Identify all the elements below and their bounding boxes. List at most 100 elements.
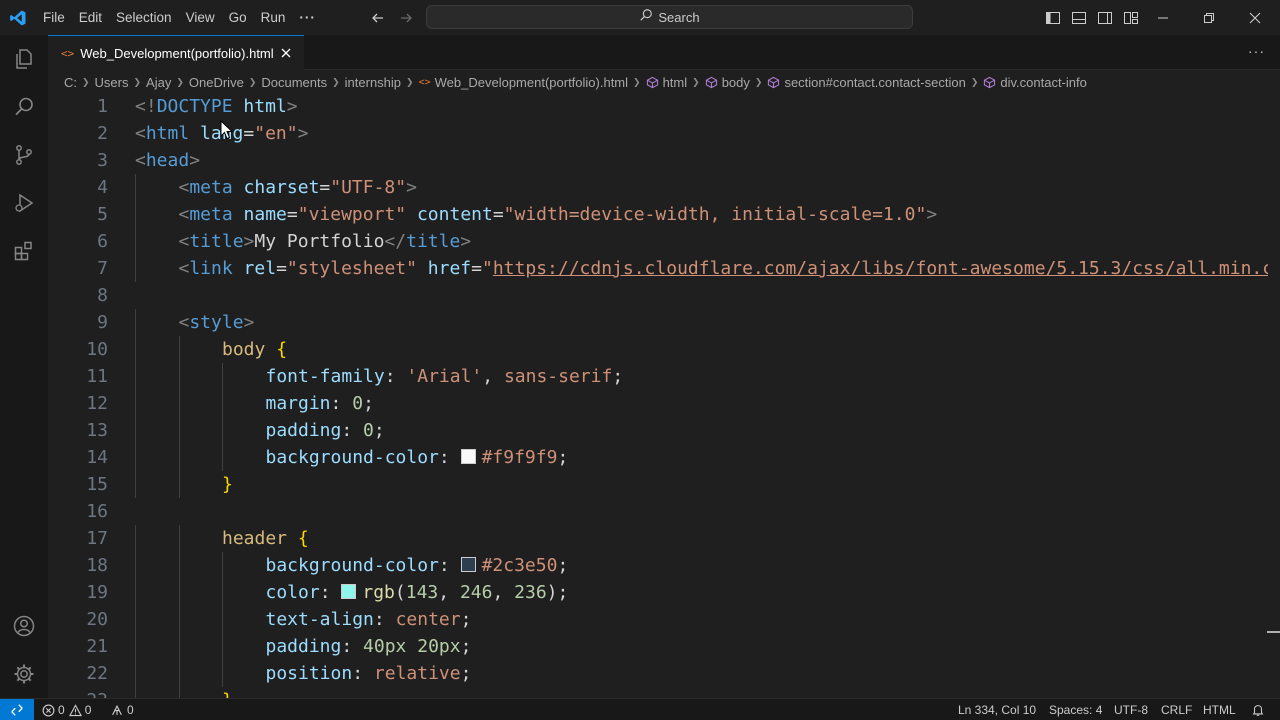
breadcrumb-item[interactable]: C: bbox=[64, 75, 77, 90]
breadcrumb-item[interactable]: section#contact.contact-section bbox=[767, 75, 966, 90]
color-swatch[interactable] bbox=[341, 584, 357, 599]
code-line[interactable]: 10 body { bbox=[48, 336, 1268, 363]
menu-more-button[interactable]: ··· bbox=[292, 0, 323, 35]
code-line[interactable]: 9 <style> bbox=[48, 309, 1268, 336]
accounts-icon[interactable] bbox=[0, 602, 48, 650]
code-token: > bbox=[243, 312, 255, 333]
menu-go[interactable]: Go bbox=[222, 0, 254, 35]
line-number: 6 bbox=[97, 231, 108, 252]
problems-indicator[interactable]: 0 0 bbox=[42, 699, 91, 720]
menu-bar: File Edit Selection View Go Run ··· bbox=[36, 0, 323, 35]
minimize-icon[interactable] bbox=[1140, 0, 1186, 35]
code-line[interactable]: 19 color: rgb(143, 246, 236); bbox=[48, 579, 1268, 606]
breadcrumb-label: Documents bbox=[261, 74, 328, 90]
code-line[interactable]: 15} bbox=[48, 471, 1268, 498]
code-line[interactable]: 8 bbox=[48, 282, 1268, 309]
code-line[interactable]: 4 <meta charset="UTF-8"> bbox=[48, 174, 1268, 201]
code-line[interactable]: 12 margin: 0; bbox=[48, 390, 1268, 417]
cursor-position[interactable]: Ln 334, Col 10 bbox=[958, 699, 1036, 720]
color-swatch[interactable] bbox=[460, 557, 476, 572]
code-line[interactable]: 3 <head> bbox=[48, 147, 1268, 174]
close-tab-icon[interactable] bbox=[278, 45, 294, 61]
indent-guide bbox=[135, 552, 136, 579]
line-number: 2 bbox=[97, 123, 108, 144]
code-line[interactable]: 1 <!DOCTYPE html> bbox=[48, 93, 1268, 120]
breadcrumb-label: Ajay bbox=[146, 74, 172, 90]
code-line[interactable]: 17 header { bbox=[48, 525, 1268, 552]
code-token: html bbox=[145, 123, 190, 144]
code-line[interactable]: 20 text-align: center; bbox=[48, 606, 1268, 633]
eol-setting[interactable]: CRLF bbox=[1161, 699, 1192, 720]
breadcrumb-item[interactable]: Users bbox=[95, 75, 129, 90]
indentation-setting[interactable]: Spaces: 4 bbox=[1049, 699, 1102, 720]
code-token: rel bbox=[243, 258, 277, 279]
menu-selection[interactable]: Selection bbox=[109, 0, 179, 35]
breadcrumb-separator-icon: ❯ bbox=[248, 76, 257, 87]
source-control-icon[interactable] bbox=[0, 131, 48, 179]
indent-guide bbox=[178, 363, 180, 390]
toggle-secondary-sidebar-icon[interactable] bbox=[1092, 0, 1118, 35]
code-line[interactable]: 18 background-color: #2c3e50; bbox=[48, 552, 1268, 579]
code-line[interactable]: 22 position: relative; bbox=[48, 660, 1268, 687]
breadcrumb-item[interactable]: body bbox=[705, 75, 750, 90]
forward-arrow-icon[interactable] bbox=[392, 0, 420, 35]
breadcrumb-item[interactable]: OneDrive bbox=[189, 75, 244, 90]
breadcrumb-item[interactable]: Ajay bbox=[146, 75, 171, 90]
breadcrumb-separator-icon: ❯ bbox=[692, 76, 700, 87]
code-token: , bbox=[492, 582, 515, 603]
encoding-setting[interactable]: UTF-8 bbox=[1114, 699, 1148, 720]
code-token: link bbox=[189, 258, 233, 279]
toggle-primary-sidebar-icon[interactable] bbox=[1040, 0, 1066, 35]
menu-file[interactable]: File bbox=[36, 0, 72, 35]
code-token: , bbox=[482, 366, 504, 387]
language-mode[interactable]: HTML bbox=[1203, 699, 1236, 720]
run-and-debug-icon[interactable] bbox=[0, 179, 48, 227]
code-line[interactable]: 14 background-color: #f9f9f9; bbox=[48, 444, 1268, 471]
code-line[interactable]: 13 padding: 0; bbox=[48, 417, 1268, 444]
code-content: padding: 0; bbox=[266, 417, 385, 444]
extensions-icon[interactable] bbox=[0, 227, 48, 275]
menu-edit[interactable]: Edit bbox=[72, 0, 109, 35]
explorer-icon[interactable] bbox=[0, 35, 48, 83]
search-view-icon[interactable] bbox=[0, 83, 48, 131]
menu-view[interactable]: View bbox=[179, 0, 222, 35]
notifications-bell-icon[interactable] bbox=[1251, 699, 1265, 720]
breadcrumb-item[interactable]: Documents bbox=[261, 75, 327, 90]
more-actions-button[interactable]: ··· bbox=[1248, 43, 1266, 61]
menu-run[interactable]: Run bbox=[254, 0, 293, 35]
restore-icon[interactable] bbox=[1186, 0, 1232, 35]
indent-guide bbox=[135, 471, 136, 498]
breadcrumb-item[interactable]: <> Web_Development(portfolio).html bbox=[419, 75, 628, 90]
code-line[interactable]: 21 padding: 40px 20px; bbox=[48, 633, 1268, 660]
code-line[interactable]: 23} bbox=[48, 687, 1268, 698]
toggle-panel-icon[interactable] bbox=[1066, 0, 1092, 35]
tab-web-development-portfolio[interactable]: <> Web_Development(portfolio).html bbox=[48, 35, 304, 70]
code-token: = bbox=[276, 258, 287, 279]
breadcrumb-item[interactable]: html bbox=[646, 75, 687, 90]
back-arrow-icon[interactable] bbox=[364, 0, 392, 35]
indent-guide bbox=[178, 660, 180, 687]
color-swatch[interactable] bbox=[460, 449, 476, 464]
code-line[interactable]: 11 font-family: 'Arial', sans-serif; bbox=[48, 363, 1268, 390]
close-window-icon[interactable] bbox=[1232, 0, 1278, 35]
code-token: header bbox=[222, 528, 288, 549]
indent-guide bbox=[178, 471, 180, 498]
breadcrumb-item[interactable]: internship bbox=[345, 75, 401, 90]
scrollbar-marker[interactable] bbox=[1267, 631, 1280, 633]
manage-gear-icon[interactable] bbox=[0, 650, 48, 698]
breadcrumb-separator-icon: ❯ bbox=[754, 76, 763, 87]
code-line[interactable]: 7 <link rel="stylesheet" href="https://cd… bbox=[48, 255, 1268, 282]
code-line[interactable]: 5 <meta name="viewport" content="width=de… bbox=[48, 201, 1268, 228]
breadcrumb-item[interactable]: div.contact-info bbox=[983, 75, 1087, 90]
vscode-logo-icon bbox=[0, 0, 36, 35]
code-line[interactable]: 16 bbox=[48, 498, 1268, 525]
code-editor[interactable]: 1<!DOCTYPE html>2<html lang="en">3<head>… bbox=[48, 93, 1268, 698]
code-content: <style> bbox=[179, 309, 255, 336]
code-token: color bbox=[265, 582, 320, 603]
code-token: ; bbox=[363, 393, 374, 414]
code-line[interactable]: 6 <title>My Portfolio</title> bbox=[48, 228, 1268, 255]
command-center-search[interactable]: Search bbox=[426, 5, 913, 29]
ports-indicator[interactable]: 0 bbox=[110, 699, 134, 720]
remote-indicator[interactable] bbox=[0, 699, 34, 720]
